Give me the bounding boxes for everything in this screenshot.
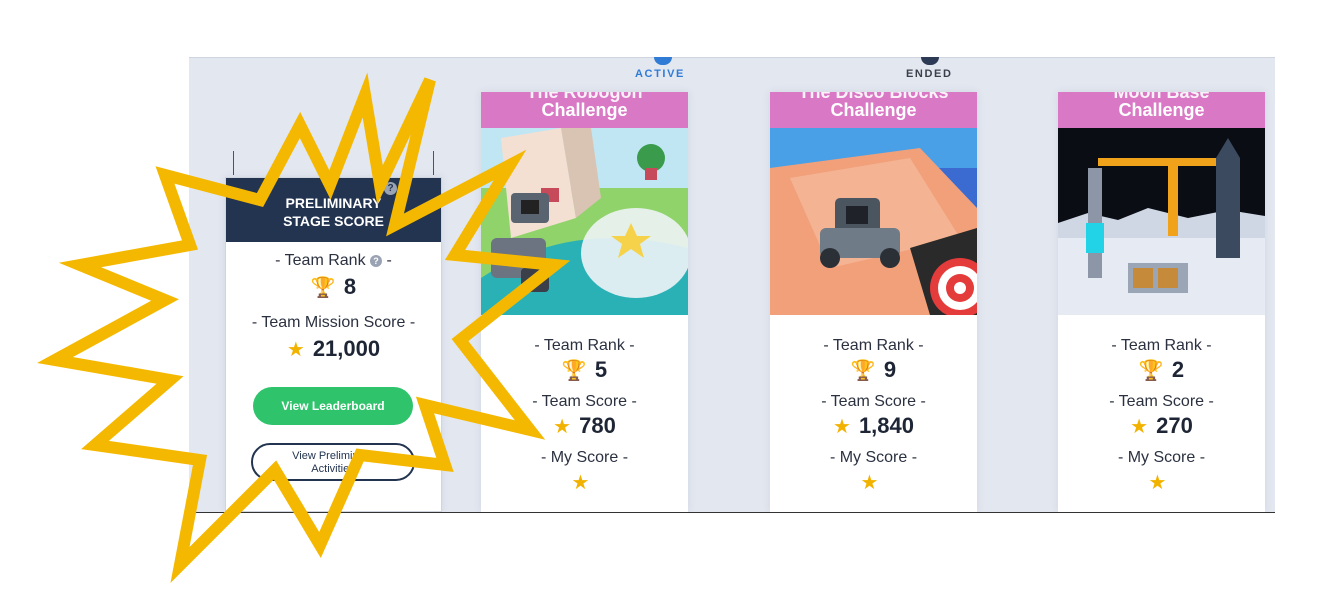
my-score-value: ★ <box>770 469 977 495</box>
star-icon: ★ <box>571 472 590 494</box>
team-rank-number: 2 <box>1171 357 1185 382</box>
team-score-number: 780 <box>579 413 616 438</box>
activities-button-line2: Activities <box>311 463 355 475</box>
status-ended: ENDED <box>906 68 953 80</box>
team-rank-label: - Team Rank - <box>534 337 635 354</box>
challenge-stage-panel: ACTIVE ENDED PRELIMINARY STAGE SCORE ? -… <box>189 57 1275 513</box>
challenge-title: Challenge <box>830 100 917 120</box>
my-score-value: ★ <box>1058 469 1265 495</box>
view-leaderboard-button[interactable]: View Leaderboard <box>253 387 413 425</box>
team-score-value: ★ 270 <box>1058 413 1265 439</box>
challenge-thumbnail <box>1058 128 1265 315</box>
team-rank-label: - Team Rank - <box>823 337 924 354</box>
activities-button-line1: View Preliminary <box>292 450 374 462</box>
challenge-card-robogon[interactable]: The Robogon Challenge - Team Rank - 🏆 5 … <box>481 92 688 512</box>
ended-marker-icon <box>921 57 939 65</box>
challenge-title: Challenge <box>1118 100 1205 120</box>
star-icon: ★ <box>553 416 572 438</box>
challenge-thumbnail <box>770 128 977 315</box>
preliminary-score-card: PRELIMINARY STAGE SCORE ? - Team Rank ? … <box>225 177 442 512</box>
star-icon: ★ <box>1148 472 1167 494</box>
preliminary-header: PRELIMINARY STAGE SCORE ? <box>226 178 441 242</box>
selector-line <box>433 151 434 175</box>
team-rank-number: 5 <box>594 357 608 382</box>
team-rank-value: 🏆 9 <box>770 357 977 383</box>
challenge-header: Moon Base Challenge <box>1058 92 1265 128</box>
selector-line <box>233 151 234 175</box>
challenge-thumbnail <box>481 128 688 315</box>
challenge-header: The Disco Blocks Challenge <box>770 92 977 128</box>
trophy-icon: 🏆 <box>1138 360 1164 382</box>
mission-score-number: 21,000 <box>312 336 381 361</box>
preliminary-title-line1: PRELIMINARY <box>285 195 382 211</box>
my-score-value: ★ <box>481 469 688 495</box>
trophy-icon: 🏆 <box>850 360 876 382</box>
preliminary-title-line2: STAGE SCORE <box>283 213 384 229</box>
team-score-label: - Team Score - <box>1109 393 1214 410</box>
team-score-number: 1,840 <box>858 413 914 438</box>
team-rank-number: 9 <box>883 357 897 382</box>
my-score-label: - My Score - <box>829 449 918 466</box>
team-rank-label: - Team Rank - <box>1111 337 1212 354</box>
challenge-card-moon-base[interactable]: Moon Base Challenge - Team Rank - 🏆 2 - T… <box>1058 92 1265 512</box>
team-rank-number: 8 <box>343 274 357 299</box>
team-rank-value: 🏆 2 <box>1058 357 1265 383</box>
team-score-label: - Team Score - <box>821 393 926 410</box>
help-icon[interactable]: ? <box>384 182 397 195</box>
help-icon[interactable]: ? <box>370 254 383 267</box>
star-icon: ★ <box>1130 416 1149 438</box>
view-preliminary-activities-button[interactable]: View Preliminary Activities <box>251 443 415 481</box>
team-score-value: ★ 1,840 <box>770 413 977 439</box>
star-icon: ★ <box>860 472 879 494</box>
team-rank-value: 🏆 5 <box>481 357 688 383</box>
challenge-header: The Robogon Challenge <box>481 92 688 128</box>
status-active: ACTIVE <box>635 68 685 80</box>
star-icon: ★ <box>286 339 305 361</box>
mission-score-label: - Team Mission Score - <box>251 314 416 331</box>
mission-score-value: ★ 21,000 <box>226 336 441 362</box>
team-score-number: 270 <box>1156 413 1193 438</box>
team-score-label: - Team Score - <box>532 393 637 410</box>
team-rank-value: 🏆 8 <box>226 274 441 300</box>
challenge-title: Challenge <box>541 100 628 120</box>
team-rank-label-suffix: - <box>386 252 392 269</box>
team-score-value: ★ 780 <box>481 413 688 439</box>
top-divider <box>189 57 1275 58</box>
challenge-card-disco-blocks[interactable]: The Disco Blocks Challenge - Team Rank -… <box>770 92 977 512</box>
trophy-icon: 🏆 <box>310 277 336 299</box>
team-rank-label-text: - Team Rank <box>275 252 366 269</box>
my-score-label: - My Score - <box>540 449 629 466</box>
active-marker-icon <box>654 57 672 65</box>
trophy-icon: 🏆 <box>561 360 587 382</box>
my-score-label: - My Score - <box>1117 449 1206 466</box>
team-rank-label: - Team Rank ? - <box>226 252 441 270</box>
star-icon: ★ <box>833 416 851 438</box>
